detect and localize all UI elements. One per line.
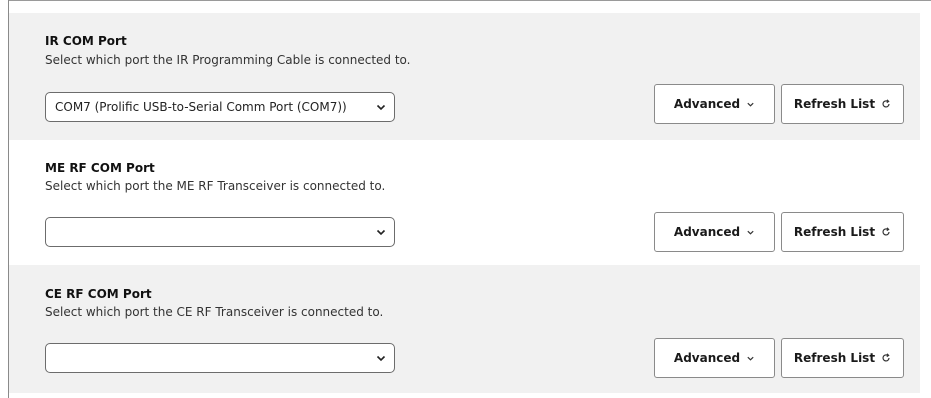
refresh-list-button-label: Refresh List	[793, 351, 876, 365]
refresh-list-button[interactable]: Refresh List	[781, 84, 904, 124]
me-rf-com-port-select[interactable]	[45, 217, 395, 247]
refresh-list-button[interactable]: Refresh List	[781, 338, 904, 378]
chevron-down-icon	[746, 228, 755, 237]
advanced-button-label: Advanced	[673, 97, 741, 111]
me-rf-com-port-section: ME RF COM Port Select which port the ME …	[9, 140, 920, 265]
section-description: Select which port the ME RF Transceiver …	[45, 179, 386, 193]
advanced-button-label: Advanced	[673, 225, 741, 239]
advanced-button-label: Advanced	[673, 351, 741, 365]
section-description: Select which port the CE RF Transceiver …	[45, 305, 384, 319]
selected-port-value: COM7 (Prolific USB-to-Serial Comm Port (…	[55, 100, 347, 114]
refresh-list-button-label: Refresh List	[793, 97, 876, 111]
section-title: CE RF COM Port	[45, 287, 152, 301]
refresh-icon	[881, 227, 891, 237]
refresh-icon	[881, 99, 891, 109]
ir-com-port-select[interactable]: COM7 (Prolific USB-to-Serial Comm Port (…	[45, 92, 395, 122]
chevron-down-icon	[746, 354, 755, 363]
ce-rf-com-port-select[interactable]	[45, 343, 395, 373]
chevron-down-icon	[376, 229, 386, 236]
section-title: ME RF COM Port	[45, 161, 155, 175]
chevron-down-icon	[376, 104, 386, 111]
refresh-list-button[interactable]: Refresh List	[781, 212, 904, 252]
section-title: IR COM Port	[45, 34, 127, 48]
section-description: Select which port the IR Programming Cab…	[45, 53, 411, 67]
chevron-down-icon	[376, 355, 386, 362]
advanced-button[interactable]: Advanced	[654, 338, 775, 378]
chevron-down-icon	[746, 100, 755, 109]
frame-top-border	[8, 0, 931, 1]
ce-rf-com-port-section: CE RF COM Port Select which port the CE …	[9, 265, 920, 393]
ir-com-port-section: IR COM Port Select which port the IR Pro…	[9, 13, 920, 140]
refresh-list-button-label: Refresh List	[793, 225, 876, 239]
advanced-button[interactable]: Advanced	[654, 84, 775, 124]
advanced-button[interactable]: Advanced	[654, 212, 775, 252]
refresh-icon	[881, 353, 891, 363]
